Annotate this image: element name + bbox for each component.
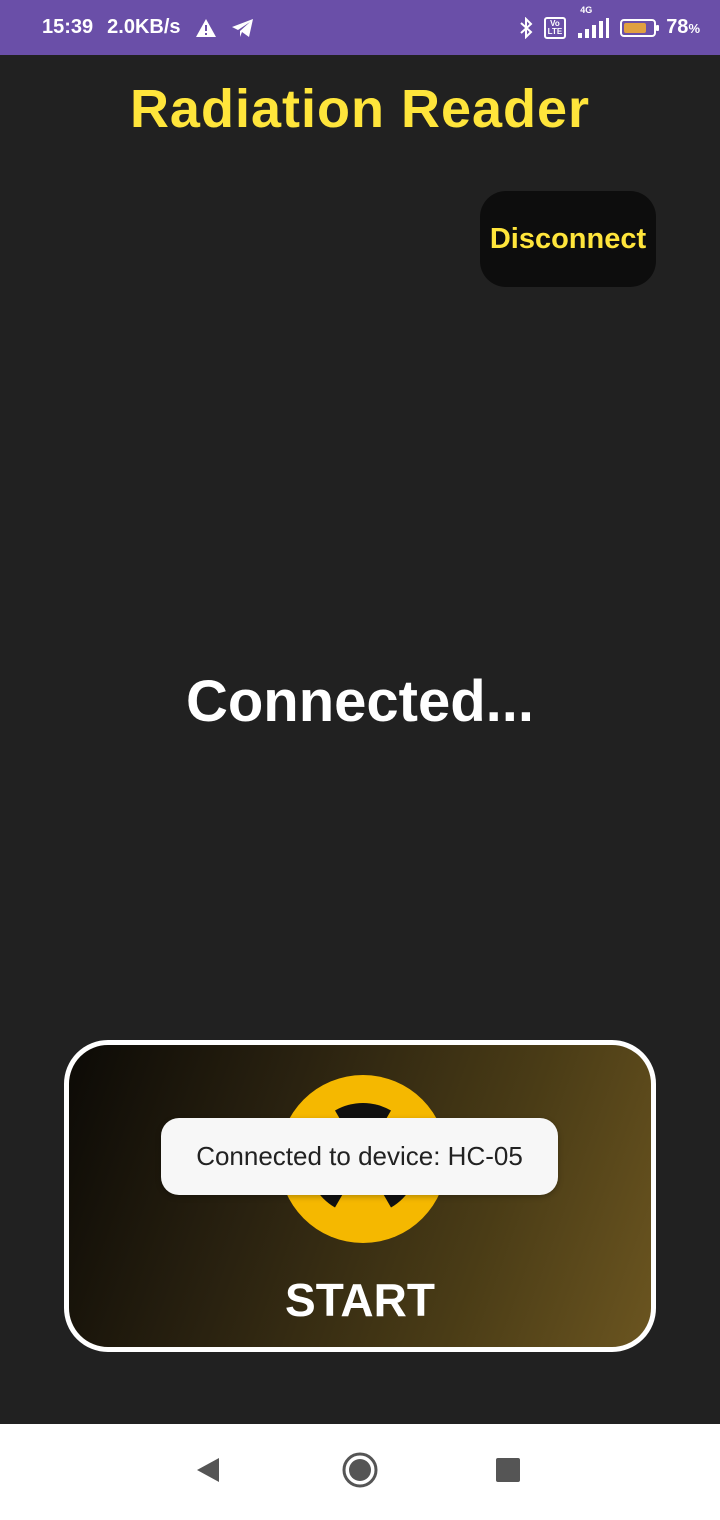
volte-bottom: LTE	[547, 26, 563, 36]
recents-icon	[495, 1457, 521, 1488]
status-bar: 15:39 2.0KB/s Vo LTE 4G 78%	[0, 0, 720, 55]
battery-tip	[656, 24, 660, 31]
start-button[interactable]: START	[64, 1040, 656, 1352]
status-right: Vo LTE 4G 78%	[518, 5, 700, 39]
telegram-icon	[231, 18, 255, 38]
disconnect-button[interactable]: Disconnect	[480, 191, 656, 287]
battery-percent-unit: %	[688, 21, 700, 36]
battery-percent: 78%	[666, 16, 700, 39]
battery-percent-value: 78	[666, 16, 689, 38]
navigation-bar	[0, 1424, 720, 1520]
network-type: 4G	[580, 4, 593, 15]
battery-fill	[624, 22, 647, 33]
home-button[interactable]	[336, 1448, 384, 1496]
bluetooth-icon	[518, 16, 534, 39]
warning-icon	[195, 18, 217, 38]
connection-status: Connected...	[185, 669, 535, 734]
status-net-speed: 2.0KB/s	[107, 16, 181, 38]
app-title: Radiation Reader	[129, 79, 591, 139]
start-label: START	[285, 1274, 435, 1326]
battery-outline	[620, 18, 660, 37]
back-icon	[195, 1456, 221, 1489]
signal-4g-icon: 4G	[576, 5, 610, 39]
battery-icon	[620, 18, 660, 37]
status-left: 15:39 2.0KB/s	[42, 16, 255, 39]
toast-message: Connected to device: HC-05	[161, 1118, 558, 1195]
recents-button[interactable]	[484, 1448, 532, 1496]
status-time: 15:39	[42, 16, 94, 38]
home-icon	[341, 1451, 379, 1494]
volte-icon: Vo LTE	[543, 16, 567, 39]
back-button[interactable]	[184, 1448, 232, 1496]
